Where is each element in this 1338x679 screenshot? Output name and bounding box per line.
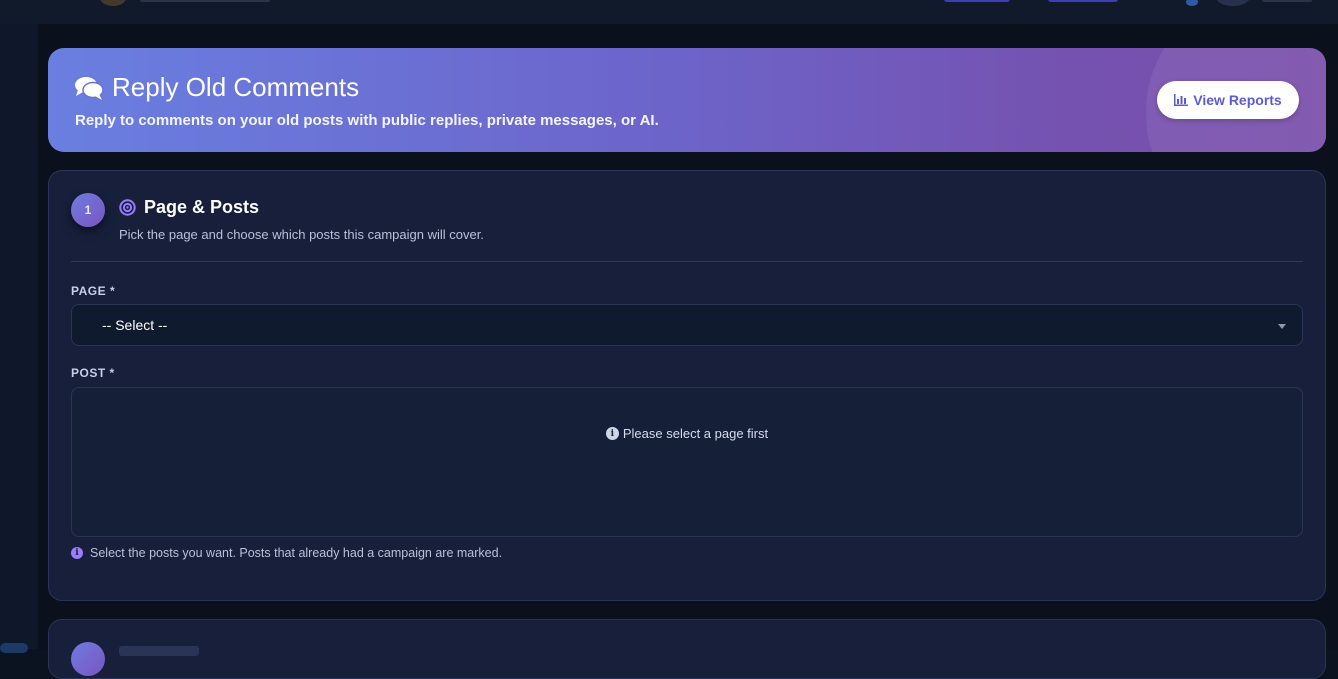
post-empty-state: i Please select a page first	[72, 426, 1302, 441]
step-title: Page & Posts	[144, 197, 260, 217]
view-reports-label: View Reports	[1193, 92, 1282, 108]
step-number-badge	[71, 642, 105, 676]
step-title	[119, 646, 199, 656]
step-card-next	[48, 619, 1326, 679]
top-nav-button[interactable]	[944, 0, 1010, 2]
main-content: Reply Old Comments Reply to comments on …	[38, 24, 1338, 679]
bullseye-icon	[119, 199, 136, 216]
info-icon: i	[71, 547, 83, 559]
divider	[71, 261, 1303, 262]
sidebar-toggle[interactable]	[0, 643, 28, 653]
bar-chart-icon	[1174, 94, 1189, 106]
post-field-label: POST *	[71, 366, 115, 380]
page-header-banner: Reply Old Comments Reply to comments on …	[48, 48, 1326, 152]
info-icon: i	[605, 427, 619, 440]
page-subtitle: Reply to comments on your old posts with…	[75, 112, 659, 129]
post-list[interactable]: i Please select a page first	[71, 387, 1303, 537]
brand-name	[140, 0, 270, 2]
page-select[interactable]: -- Select --	[71, 304, 1303, 346]
brand-logo[interactable]	[100, 0, 126, 6]
chevron-down-icon	[1278, 324, 1286, 329]
post-empty-text: Please select a page first	[622, 426, 769, 441]
user-avatar[interactable]	[1216, 0, 1250, 6]
page-title-row: Reply Old Comments	[74, 72, 359, 103]
comments-icon	[75, 76, 104, 100]
view-reports-button[interactable]: View Reports	[1157, 81, 1299, 119]
post-hint-text: Select the posts you want. Posts that al…	[90, 546, 503, 560]
page-field-label: PAGE *	[71, 284, 116, 298]
step-card-page-posts: 1 Page & Posts Pick the page and choose …	[48, 170, 1326, 601]
post-hint: i Select the posts you want. Posts that …	[71, 546, 502, 560]
user-name[interactable]	[1262, 0, 1312, 2]
page-title: Reply Old Comments	[112, 72, 360, 102]
top-nav-button[interactable]	[1048, 0, 1118, 2]
sidebar	[0, 24, 38, 653]
top-bar	[0, 0, 1338, 24]
notification-icon[interactable]	[1186, 0, 1198, 6]
step-description: Pick the page and choose which posts thi…	[119, 227, 484, 242]
step-number-badge: 1	[71, 193, 105, 227]
page-select-value: -- Select --	[102, 317, 168, 333]
step-title-row: Page & Posts	[119, 197, 259, 218]
